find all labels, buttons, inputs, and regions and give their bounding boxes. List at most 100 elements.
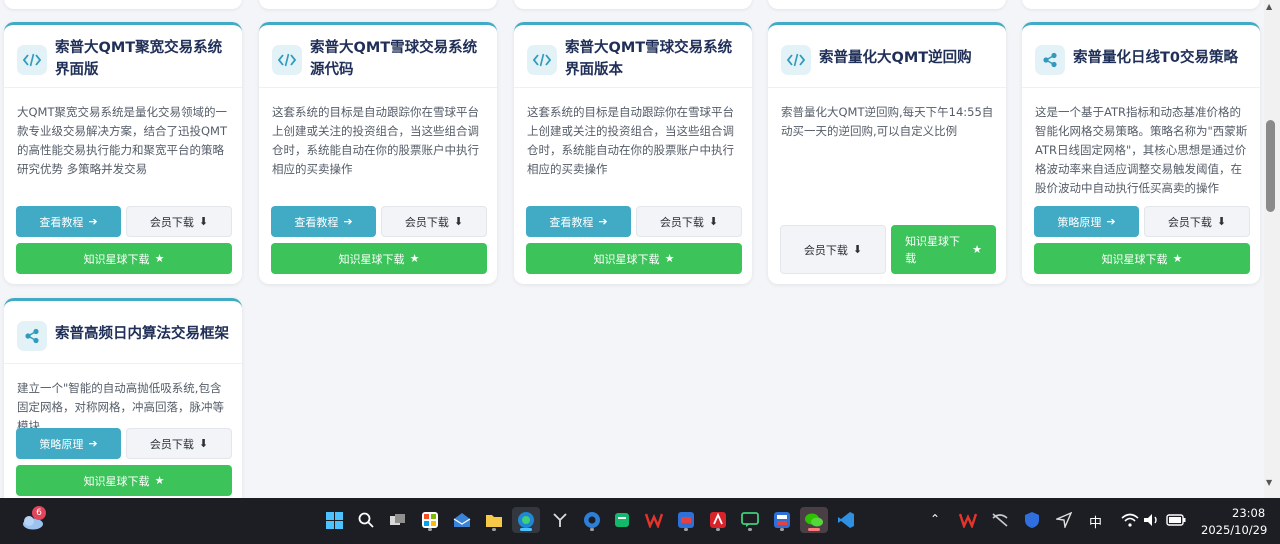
view-tutorial-button[interactable]: 查看教程 ➔ bbox=[16, 206, 121, 237]
prev-card bbox=[259, 0, 497, 9]
download-icon: ⬇ bbox=[852, 243, 863, 256]
running-indicator bbox=[492, 528, 496, 531]
file-explorer-icon[interactable] bbox=[482, 507, 506, 533]
download-icon: ⬇ bbox=[1216, 215, 1227, 228]
zsxq-download-button[interactable]: 知识星球下载 ★ bbox=[891, 225, 996, 274]
card-title: 索普量化大QMT逆回购 bbox=[819, 50, 972, 66]
running-indicator bbox=[590, 528, 594, 531]
clock-time[interactable]: 23:08 bbox=[1232, 506, 1265, 520]
wps-icon[interactable] bbox=[642, 507, 666, 533]
member-download-button[interactable]: 会员下载 ⬇ bbox=[126, 428, 232, 459]
code-icon bbox=[781, 45, 811, 75]
shield-icon[interactable] bbox=[1020, 507, 1044, 533]
card-header: 索普高频日内算法交易框架 bbox=[4, 301, 242, 364]
download-icon: ⬇ bbox=[198, 437, 209, 450]
app-icon[interactable] bbox=[548, 507, 572, 533]
card-title: 索普量化日线T0交易策略 bbox=[1073, 50, 1238, 66]
download-icon: ⬇ bbox=[453, 215, 464, 228]
product-card: 索普大QMT雪球交易系统界面版本 这套系统的目标是自动跟踪你在雪球平台上创建或关… bbox=[514, 22, 752, 284]
member-download-button[interactable]: 会员下载 ⬇ bbox=[126, 206, 232, 237]
scroll-up-arrow-icon[interactable]: ▲ bbox=[1266, 2, 1272, 11]
arrow-right-icon: ➔ bbox=[598, 215, 608, 228]
volume-icon[interactable] bbox=[1140, 507, 1164, 533]
chevron-up-icon[interactable]: ⌃ bbox=[930, 512, 940, 526]
scroll-down-arrow-icon[interactable]: ▼ bbox=[1266, 478, 1272, 487]
task-view-icon[interactable] bbox=[386, 507, 410, 533]
mail-app-icon[interactable] bbox=[450, 507, 474, 533]
arrow-right-icon: ➔ bbox=[88, 437, 98, 450]
trading-app-icon[interactable] bbox=[674, 507, 698, 533]
zsxq-download-button[interactable]: 知识星球下载 ★ bbox=[16, 465, 232, 496]
share-icon bbox=[17, 321, 47, 351]
member-download-button[interactable]: 会员下载 ⬇ bbox=[636, 206, 742, 237]
product-card: 索普大QMT雪球交易系统源代码 这套系统的目标是自动跟踪你在雪球平台上创建或关注… bbox=[259, 22, 497, 284]
wechat-icon[interactable] bbox=[800, 507, 828, 533]
star-icon: ★ bbox=[972, 243, 982, 256]
trading-app-icon-2[interactable] bbox=[770, 507, 794, 533]
card-header: 索普大QMT雪球交易系统源代码 bbox=[259, 25, 497, 88]
vscode-icon[interactable] bbox=[834, 507, 858, 533]
search-icon[interactable] bbox=[354, 507, 378, 533]
member-download-button[interactable]: 会员下载 ⬇ bbox=[1144, 206, 1250, 237]
battery-icon[interactable] bbox=[1164, 507, 1188, 533]
start-icon[interactable] bbox=[322, 507, 346, 533]
strategy-principle-button[interactable]: 策略原理 ➔ bbox=[1034, 206, 1139, 237]
content-viewport: 索普大QMT聚宽交易系统界面版 大QMT聚宽交易系统是量化交易领域的一款专业级交… bbox=[0, 0, 1264, 498]
edge-browser-icon[interactable] bbox=[512, 507, 540, 533]
arrow-right-icon: ➔ bbox=[343, 215, 353, 228]
card-description: 索普量化大QMT逆回购,每天下午14:55自动买一天的逆回购,可以自定义比例 bbox=[781, 105, 994, 138]
prev-card bbox=[768, 0, 1006, 9]
network-off-icon[interactable] bbox=[988, 507, 1012, 533]
prev-card bbox=[1022, 0, 1260, 9]
card-description: 这套系统的目标是自动跟踪你在雪球平台上创建或关注的投资组合，当这些组合调仓时，系… bbox=[272, 105, 479, 176]
card-header: 索普大QMT雪球交易系统界面版本 bbox=[514, 25, 752, 88]
chat-app-icon[interactable] bbox=[738, 507, 762, 533]
code-icon bbox=[272, 45, 302, 75]
star-icon: ★ bbox=[409, 252, 420, 265]
running-indicator bbox=[748, 528, 752, 531]
location-icon[interactable] bbox=[1052, 507, 1076, 533]
card-header: 索普量化日线T0交易策略 bbox=[1022, 25, 1260, 88]
running-indicator bbox=[428, 528, 432, 531]
card-header: 索普大QMT聚宽交易系统界面版 bbox=[4, 25, 242, 88]
card-title: 索普大QMT雪球交易系统源代码 bbox=[310, 40, 478, 78]
member-download-button[interactable]: 会员下载 ⬇ bbox=[780, 225, 886, 274]
notification-badge: 6 bbox=[32, 506, 46, 520]
product-card: 索普量化大QMT逆回购 索普量化大QMT逆回购,每天下午14:55自动买一天的逆… bbox=[768, 22, 1006, 284]
edge-dev-icon[interactable] bbox=[580, 507, 604, 533]
clock-date[interactable]: 2025/10/29 bbox=[1201, 523, 1267, 537]
view-tutorial-button[interactable]: 查看教程 ➔ bbox=[526, 206, 631, 237]
widgets-icon[interactable] bbox=[418, 507, 442, 533]
wifi-icon[interactable] bbox=[1118, 507, 1142, 533]
zsxq-download-button[interactable]: 知识星球下载 ★ bbox=[271, 243, 487, 274]
card-description: 这是一个基于ATR指标和动态基准价格的智能化网格交易策略。策略名称为"西蒙斯AT… bbox=[1035, 105, 1248, 195]
running-indicator bbox=[716, 528, 720, 531]
zsxq-download-button[interactable]: 知识星球下载 ★ bbox=[526, 243, 742, 274]
input-language[interactable]: 中 bbox=[1089, 512, 1102, 531]
product-card: 索普高频日内算法交易框架 建立一个"智能的自动高抛低吸系统,包含固定网格，对称网… bbox=[4, 298, 242, 498]
vertical-scrollbar[interactable] bbox=[1264, 0, 1280, 498]
download-icon: ⬇ bbox=[708, 215, 719, 228]
strategy-principle-button[interactable]: 策略原理 ➔ bbox=[16, 428, 121, 459]
prev-card bbox=[514, 0, 752, 9]
active-indicator bbox=[520, 528, 532, 531]
card-title: 索普大QMT雪球交易系统界面版本 bbox=[565, 40, 733, 78]
card-title: 索普高频日内算法交易框架 bbox=[55, 326, 229, 342]
scrollbar-thumb[interactable] bbox=[1266, 120, 1275, 212]
wps-tray-icon[interactable] bbox=[956, 507, 980, 533]
active-indicator bbox=[808, 528, 820, 531]
card-description: 这套系统的目标是自动跟踪你在雪球平台上创建或关注的投资组合，当这些组合调仓时，系… bbox=[527, 105, 734, 176]
arrow-right-icon: ➔ bbox=[88, 215, 98, 228]
member-download-button[interactable]: 会员下载 ⬇ bbox=[381, 206, 487, 237]
zsxq-download-button[interactable]: 知识星球下载 ★ bbox=[1034, 243, 1250, 274]
prev-card bbox=[4, 0, 242, 9]
code-icon bbox=[17, 45, 47, 75]
share-icon bbox=[1035, 45, 1065, 75]
red-app-icon[interactable] bbox=[706, 507, 730, 533]
running-indicator bbox=[780, 528, 784, 531]
star-icon: ★ bbox=[664, 252, 675, 265]
green-app-icon[interactable] bbox=[610, 507, 634, 533]
zsxq-download-button[interactable]: 知识星球下载 ★ bbox=[16, 243, 232, 274]
view-tutorial-button[interactable]: 查看教程 ➔ bbox=[271, 206, 376, 237]
taskbar: 6 ⌃ 中 23:08 2025/10/29 bbox=[0, 498, 1280, 544]
